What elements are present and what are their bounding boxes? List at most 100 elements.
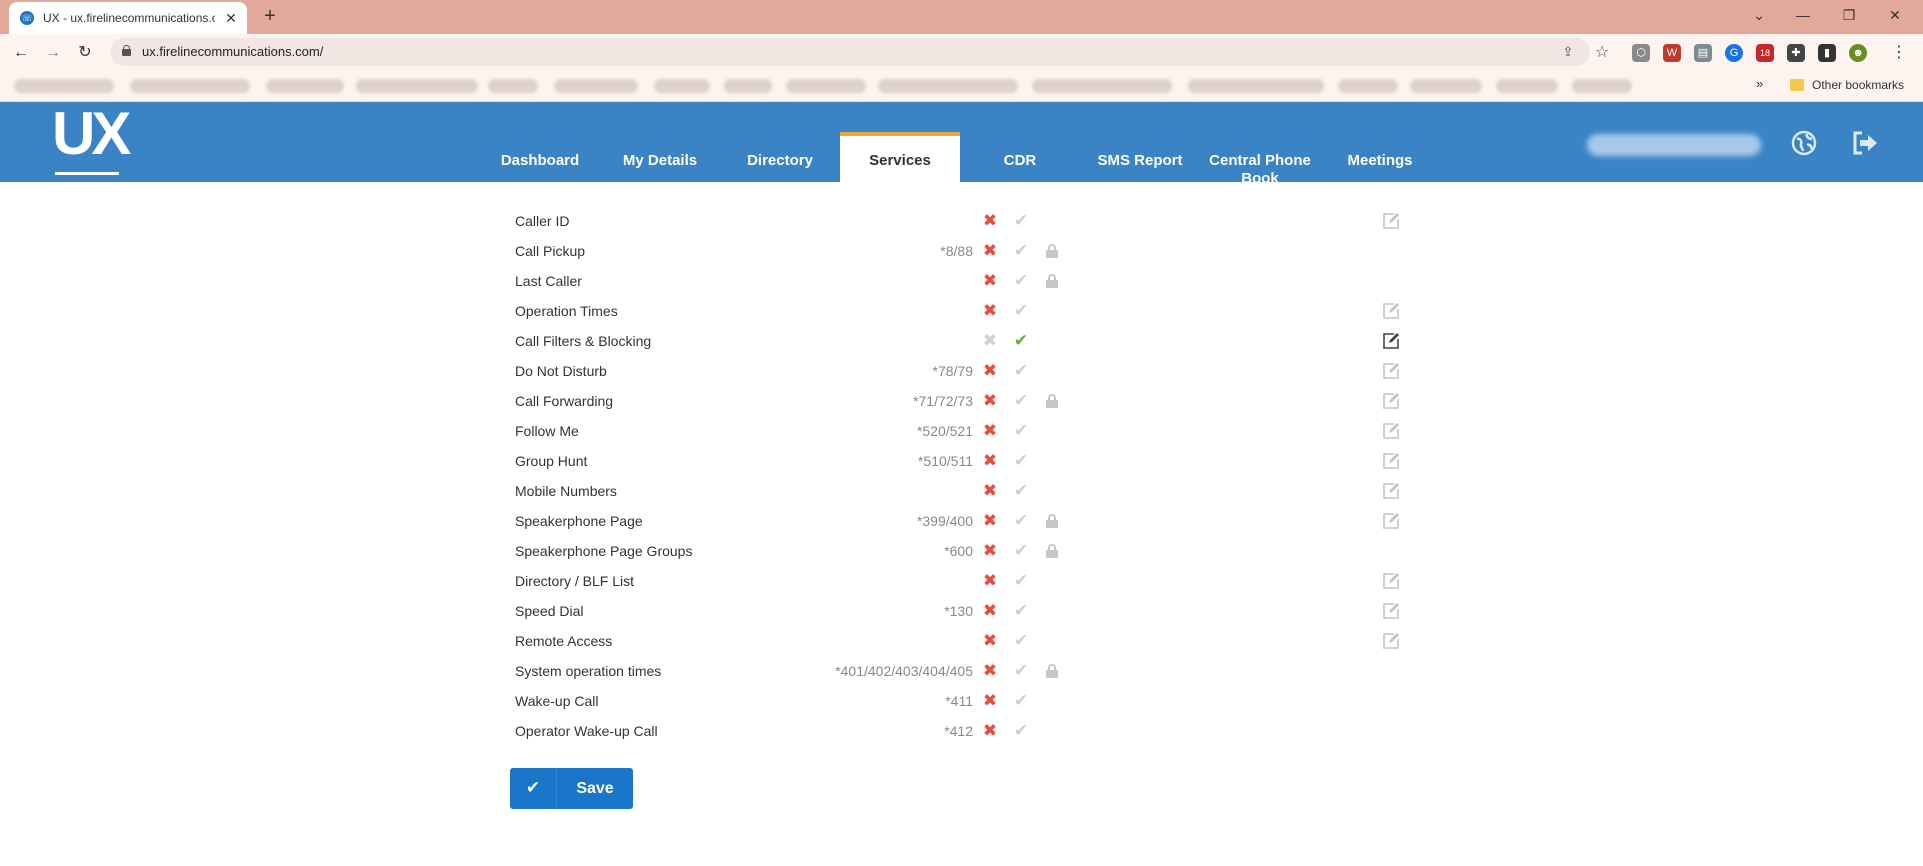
reload-icon[interactable]: ↻ <box>74 42 96 64</box>
bookmarks-overflow-icon[interactable]: » <box>1756 76 1763 91</box>
disable-cross-icon[interactable]: ✖ <box>982 361 998 381</box>
tab-central-phone-book[interactable]: Central Phone Book <box>1200 132 1320 187</box>
edit-icon[interactable] <box>1382 452 1400 470</box>
disable-cross-icon[interactable]: ✖ <box>982 511 998 531</box>
enable-check-icon[interactable]: ✔ <box>1013 511 1029 531</box>
enable-check-icon[interactable]: ✔ <box>1013 721 1029 741</box>
bookmark-item[interactable] <box>1032 79 1172 93</box>
enable-check-icon[interactable]: ✔ <box>1013 451 1029 471</box>
bookmark-item[interactable] <box>878 79 1018 93</box>
disable-cross-icon[interactable]: ✖ <box>982 661 998 681</box>
enable-check-icon[interactable]: ✔ <box>1013 601 1029 621</box>
bookmark-item[interactable] <box>356 79 478 93</box>
tab-close-icon[interactable]: ✕ <box>222 9 240 27</box>
tab-services[interactable]: Services <box>840 132 960 182</box>
puzzle-icon[interactable]: ✚ <box>1787 44 1805 62</box>
ux-logo[interactable]: UX <box>52 102 131 178</box>
edit-icon[interactable] <box>1382 362 1400 380</box>
sidebar-icon[interactable]: ▮ <box>1818 44 1836 62</box>
window-close-icon[interactable]: ✕ <box>1878 4 1912 26</box>
bookmark-item[interactable] <box>1572 79 1632 93</box>
browser-tab[interactable]: ☏ UX - ux.firelinecommunications.c ✕ <box>9 2 247 34</box>
restore-icon[interactable]: ❐ <box>1832 4 1866 26</box>
edit-icon[interactable] <box>1382 572 1400 590</box>
logout-icon[interactable] <box>1851 130 1879 158</box>
bookmark-item[interactable] <box>1188 79 1324 93</box>
tab-dashboard[interactable]: Dashboard <box>480 132 600 182</box>
extension-icon[interactable]: G <box>1725 44 1743 62</box>
enable-check-icon[interactable]: ✔ <box>1013 661 1029 681</box>
disable-cross-icon[interactable]: ✖ <box>982 631 998 651</box>
edit-icon[interactable] <box>1382 332 1400 350</box>
enable-check-icon[interactable]: ✔ <box>1013 301 1029 321</box>
share-icon[interactable]: ⇪ <box>1559 43 1577 61</box>
enable-check-icon[interactable]: ✔ <box>1013 631 1029 651</box>
extension-icon[interactable]: ▤ <box>1694 44 1712 62</box>
menu-icon[interactable]: ⋮ <box>1888 42 1910 64</box>
extension-icon[interactable]: ⬡ <box>1632 44 1650 62</box>
tab-meetings[interactable]: Meetings <box>1320 132 1440 182</box>
tab-my-details[interactable]: My Details <box>600 132 720 182</box>
enable-check-icon[interactable]: ✔ <box>1013 361 1029 381</box>
bookmark-item[interactable] <box>1338 79 1398 93</box>
enable-check-icon[interactable]: ✔ <box>1013 541 1029 561</box>
bookmark-item[interactable] <box>266 79 344 93</box>
enable-check-icon[interactable]: ✔ <box>1013 331 1029 351</box>
disable-cross-icon[interactable]: ✖ <box>982 691 998 711</box>
bookmark-item[interactable] <box>786 79 866 93</box>
disable-cross-icon[interactable]: ✖ <box>982 271 998 291</box>
url-text[interactable]: ux.firelinecommunications.com/ <box>142 44 323 60</box>
bookmark-item[interactable] <box>130 79 250 93</box>
enable-check-icon[interactable]: ✔ <box>1013 691 1029 711</box>
disable-cross-icon[interactable]: ✖ <box>982 211 998 231</box>
bookmark-star-icon[interactable]: ☆ <box>1591 42 1613 64</box>
extension-icon[interactable]: W <box>1663 44 1681 62</box>
disable-cross-icon[interactable]: ✖ <box>982 571 998 591</box>
enable-check-icon[interactable]: ✔ <box>1013 391 1029 411</box>
bookmark-item[interactable] <box>14 79 114 93</box>
address-bar[interactable]: ux.firelinecommunications.com/ ⇪ <box>110 38 1590 66</box>
edit-icon[interactable] <box>1382 512 1400 530</box>
edit-icon[interactable] <box>1382 302 1400 320</box>
forward-icon[interactable]: → <box>42 42 64 64</box>
edit-icon[interactable] <box>1382 632 1400 650</box>
extension-badge-icon[interactable]: 18 <box>1756 44 1774 62</box>
bookmark-item[interactable] <box>488 79 538 93</box>
tab-sms-report[interactable]: SMS Report <box>1080 132 1200 182</box>
user-name-redacted[interactable] <box>1587 134 1761 156</box>
minimize-icon[interactable]: — <box>1786 4 1820 26</box>
disable-cross-icon[interactable]: ✖ <box>982 241 998 261</box>
enable-check-icon[interactable]: ✔ <box>1013 241 1029 261</box>
bookmark-item[interactable] <box>1496 79 1558 93</box>
enable-check-icon[interactable]: ✔ <box>1013 571 1029 591</box>
globe-icon[interactable] <box>1790 130 1818 158</box>
back-icon[interactable]: ← <box>10 42 32 64</box>
bookmark-item[interactable] <box>654 79 710 93</box>
disable-cross-icon[interactable]: ✖ <box>982 721 998 741</box>
bookmark-item[interactable] <box>554 79 638 93</box>
save-button[interactable]: ✔ Save <box>510 768 633 809</box>
other-bookmarks[interactable]: Other bookmarks <box>1812 78 1904 92</box>
edit-icon[interactable] <box>1382 602 1400 620</box>
disable-cross-icon[interactable]: ✖ <box>982 541 998 561</box>
enable-check-icon[interactable]: ✔ <box>1013 481 1029 501</box>
bookmark-item[interactable] <box>1410 79 1482 93</box>
profile-avatar[interactable]: ☻ <box>1849 44 1867 62</box>
disable-cross-icon[interactable]: ✖ <box>982 301 998 321</box>
disable-cross-icon[interactable]: ✖ <box>982 451 998 471</box>
disable-cross-icon[interactable]: ✖ <box>982 421 998 441</box>
disable-cross-icon[interactable]: ✖ <box>982 481 998 501</box>
tab-search-icon[interactable]: ⌄ <box>1742 4 1776 26</box>
disable-cross-icon[interactable]: ✖ <box>982 601 998 621</box>
enable-check-icon[interactable]: ✔ <box>1013 421 1029 441</box>
edit-icon[interactable] <box>1382 392 1400 410</box>
bookmark-item[interactable] <box>724 79 772 93</box>
disable-cross-icon[interactable]: ✖ <box>982 391 998 411</box>
enable-check-icon[interactable]: ✔ <box>1013 211 1029 231</box>
disable-cross-icon[interactable]: ✖ <box>982 331 998 351</box>
tab-cdr[interactable]: CDR <box>960 132 1080 182</box>
edit-icon[interactable] <box>1382 482 1400 500</box>
new-tab-button[interactable]: + <box>259 5 281 27</box>
enable-check-icon[interactable]: ✔ <box>1013 271 1029 291</box>
edit-icon[interactable] <box>1382 212 1400 230</box>
